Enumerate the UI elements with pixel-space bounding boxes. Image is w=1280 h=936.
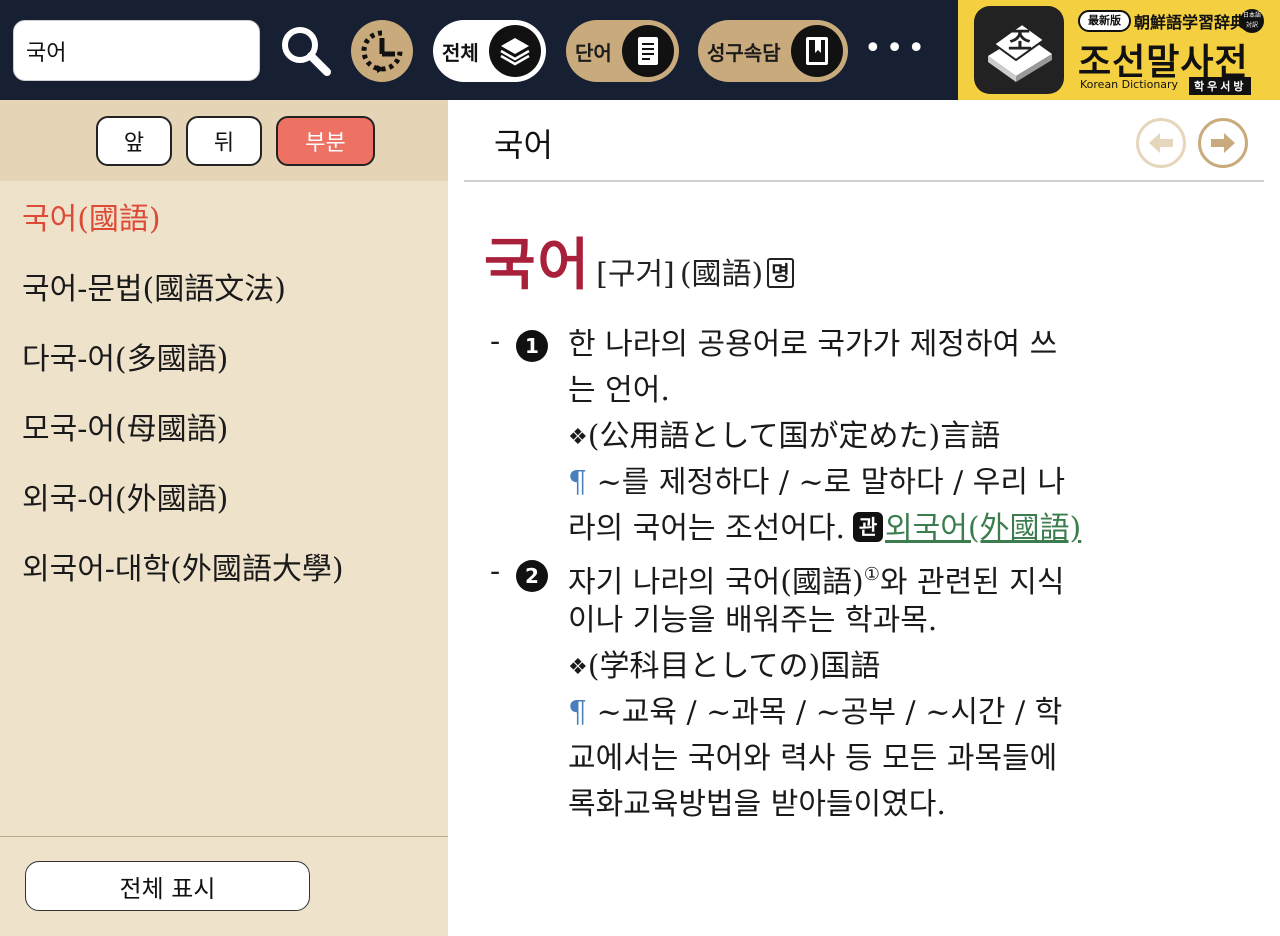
- sense-number: 2: [516, 560, 548, 592]
- partial-match-button[interactable]: 부분: [276, 116, 375, 166]
- related-word-link[interactable]: 외국어(外國語): [885, 511, 1081, 546]
- entry-title: 국어: [494, 126, 553, 164]
- filter-all-button[interactable]: 전체: [433, 20, 546, 82]
- list-item[interactable]: 다국-어(多國語): [0, 322, 448, 392]
- sense-number: 1: [516, 330, 548, 362]
- forward-button[interactable]: [1198, 118, 1248, 168]
- result-list-panel: 앞 뒤 부분 국어(國語) 국어-문법(國語文法) 다국-어(多國語) 모국-어…: [0, 100, 448, 936]
- search-input[interactable]: 국어: [13, 20, 260, 81]
- brand-english-name: Korean Dictionary: [1080, 78, 1179, 91]
- filter-word-label: 단어: [575, 40, 612, 65]
- example-line: ¶ ~를 제정하다 / ~로 말하다 / 우리 나: [568, 460, 1244, 506]
- back-arrow-icon: [1149, 133, 1173, 153]
- search-button[interactable]: [277, 22, 335, 80]
- translation-line: ❖(学科目としての)国語: [568, 644, 1244, 690]
- filter-idiom-label: 성구속담: [707, 40, 781, 65]
- example-line: ¶ ~교육 / ~과목 / ~공부 / ~시간 / 학: [568, 690, 1244, 736]
- search-icon: [282, 27, 331, 76]
- forward-arrow-icon: [1211, 133, 1235, 153]
- headword-line: 국어 [구거] (國語) 명: [484, 220, 794, 301]
- part-of-speech-badge: 명: [767, 258, 794, 288]
- divider: [464, 180, 1264, 182]
- list-item[interactable]: 국어-문법(國語文法): [0, 252, 448, 322]
- top-toolbar: 국어 전체 단어 성구속담 ••• 조 最新版 朝鮮語学習辞典 日本語 対訳 조…: [0, 0, 1280, 100]
- definition-line: 한 나라의 공용어로 국가가 제정하여 쓰: [568, 327, 1058, 362]
- result-list-header: 앞 뒤 부분: [0, 100, 448, 181]
- filter-idiom-button[interactable]: 성구속담: [698, 20, 848, 82]
- sense-superscript: ①: [863, 564, 880, 585]
- history-icon: [361, 30, 403, 73]
- definition-line: 자기 나라의 국어(國語)①와 관련된 지식: [568, 552, 1244, 600]
- suffix-match-button[interactable]: 뒤: [186, 116, 262, 166]
- example-text: ~교육 / ~과목 / ~공부 / ~시간 / 학: [596, 695, 1063, 730]
- sense-1: - 1 한 나라의 공용어로 국가가 제정하여 쓰 는 언어. ❖(公用語として…: [486, 322, 1266, 562]
- app-logo: 조: [974, 6, 1064, 94]
- definition-text: 와 관련된 지식: [879, 565, 1065, 600]
- entry-panel: 국어 국어 [구거] (國語) 명 - 1 한 나라의 공용어로 국가가 제정하여…: [448, 100, 1280, 936]
- filter-all-label: 전체: [442, 40, 479, 65]
- filter-word-button[interactable]: 단어: [566, 20, 679, 82]
- translation-text: (学科目としての)国語: [587, 649, 881, 684]
- search-input-value: 국어: [26, 40, 67, 66]
- sense-dash: -: [490, 324, 501, 359]
- history-button[interactable]: [351, 20, 413, 82]
- example-line: 교에서는 국어와 력사 등 모든 과목들에: [568, 741, 1058, 776]
- example-line: 록화교육방법을 받아들이였다.: [568, 787, 946, 822]
- brand-banner: 조 最新版 朝鮮語学習辞典 日本語 対訳 조선말사전 Korean Dictio…: [958, 0, 1280, 100]
- list-item[interactable]: 모국-어(母國語): [0, 392, 448, 462]
- definition-line: 는 언어.: [568, 373, 670, 408]
- list-item[interactable]: 외국어-대학(外國語大學): [0, 532, 448, 602]
- more-menu-button[interactable]: •••: [864, 34, 925, 64]
- list-item[interactable]: 외국-어(外國語): [0, 462, 448, 532]
- example-text: ~를 제정하다 / ~로 말하다 / 우리 나: [596, 465, 1066, 500]
- show-all-button[interactable]: 전체 표시: [25, 861, 310, 911]
- headword: 국어: [484, 233, 592, 298]
- example-text: 라의 국어는 조선어다.: [568, 511, 846, 546]
- book-bookmark-icon: [791, 25, 843, 77]
- diamond-icon: ❖: [568, 655, 588, 680]
- document-icon: [622, 25, 674, 77]
- app-logo-char: 조: [1008, 27, 1032, 57]
- definition-text: 자기 나라의 국어(國語): [568, 565, 864, 600]
- brand-badge: 日本語 対訳: [1240, 9, 1264, 33]
- brand-edition: 最新版: [1078, 10, 1131, 32]
- pronunciation: [구거]: [596, 257, 675, 292]
- divider: [0, 836, 448, 837]
- back-button[interactable]: [1136, 118, 1186, 168]
- translation-line: ❖(公用語として国が定めた)言語: [568, 414, 1244, 460]
- brand-publisher: 학우서방: [1189, 77, 1252, 95]
- sense-dash: -: [490, 554, 501, 589]
- prefix-match-button[interactable]: 앞: [96, 116, 172, 166]
- definition-line: 이나 기능을 배워주는 학과목.: [568, 603, 938, 638]
- layers-icon: [489, 25, 541, 77]
- translation-text: (公用語として国が定めた)言語: [587, 419, 1001, 454]
- sense-2: - 2 자기 나라의 국어(國語)①와 관련된 지식 이나 기능을 배워주는 학…: [486, 552, 1266, 832]
- related-word-badge: 관: [853, 512, 884, 542]
- hanja: (國語): [679, 257, 764, 292]
- brand-subtitle: 朝鮮語学習辞典: [1134, 13, 1247, 32]
- example-line: 라의 국어는 조선어다. 관 외국어(外國語): [568, 506, 1244, 552]
- result-list: 국어(國語) 국어-문법(國語文法) 다국-어(多國語) 모국-어(母國語) 외…: [0, 182, 448, 602]
- pilcrow-icon: ¶: [568, 695, 588, 730]
- list-item[interactable]: 국어(國語): [0, 182, 448, 252]
- diamond-icon: ❖: [568, 425, 588, 450]
- pilcrow-icon: ¶: [568, 465, 588, 500]
